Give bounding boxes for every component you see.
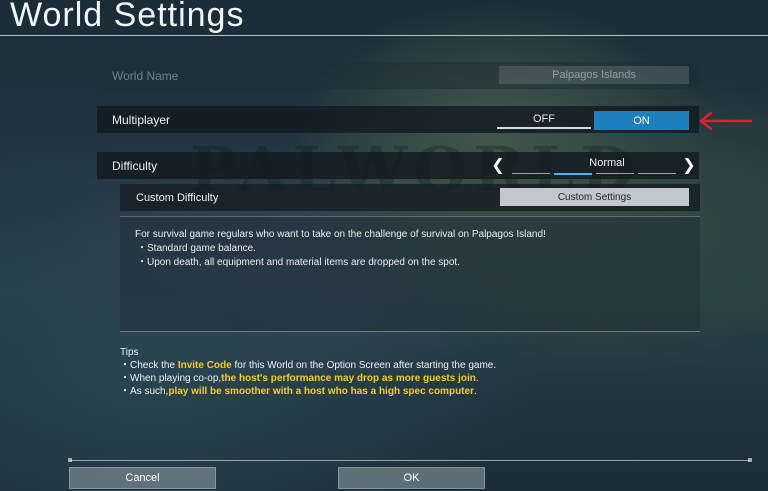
multiplayer-off-option[interactable]: OFF [497, 111, 591, 129]
tips-section: Tips ・Check the Invite Code for this Wor… [120, 346, 496, 398]
chevron-right-icon[interactable]: ❯ [681, 155, 697, 175]
multiplayer-label: Multiplayer [112, 112, 171, 127]
cancel-button[interactable]: Cancel [69, 467, 216, 489]
tip-highlight: play will be smoother with a host who ha… [168, 386, 474, 397]
tip-highlight: the host's performance may drop as more … [221, 373, 476, 384]
tip-line: ・When playing co-op,the host's performan… [120, 373, 479, 384]
chevron-left-icon[interactable]: ❮ [490, 155, 506, 175]
ok-button[interactable]: OK [338, 467, 485, 489]
world-name-field: Palpagos Islands [499, 66, 689, 84]
difficulty-row: Difficulty ❮ Normal ❯ [97, 152, 699, 179]
description-bullet: ・Standard game balance. [137, 243, 256, 254]
multiplayer-on-option[interactable]: ON [594, 111, 689, 130]
difficulty-value: Normal [589, 157, 625, 169]
world-name-row: World Name Palpagos Islands [97, 62, 699, 89]
difficulty-level-indicator-active [554, 173, 592, 175]
difficulty-label: Difficulty [112, 158, 158, 173]
tip-line: ・As such,play will be smoother with a ho… [120, 386, 477, 397]
multiplayer-row: Multiplayer OFF ON [97, 106, 699, 133]
page-title: World Settings [10, 0, 245, 34]
difficulty-level-indicator [638, 173, 676, 174]
custom-difficulty-row: Custom Difficulty Custom Settings [120, 184, 700, 211]
world-name-label: World Name [112, 68, 179, 83]
description-bullet: ・Upon death, all equipment and material … [137, 257, 460, 268]
description-text: For survival game regulars who want to t… [135, 229, 546, 240]
difficulty-level-indicator [596, 173, 634, 174]
difficulty-description-panel: For survival game regulars who want to t… [120, 216, 700, 332]
custom-difficulty-label: Custom Difficulty [136, 191, 219, 204]
difficulty-level-indicator [512, 173, 550, 174]
tip-line: ・Check the Invite Code for this World on… [120, 360, 497, 371]
red-arrow-icon [699, 111, 753, 131]
custom-settings-button[interactable]: Custom Settings [500, 188, 689, 206]
tips-heading: Tips [120, 347, 139, 358]
title-divider [0, 35, 768, 36]
tip-highlight: Invite Code [177, 360, 232, 371]
footer-divider [70, 460, 750, 461]
